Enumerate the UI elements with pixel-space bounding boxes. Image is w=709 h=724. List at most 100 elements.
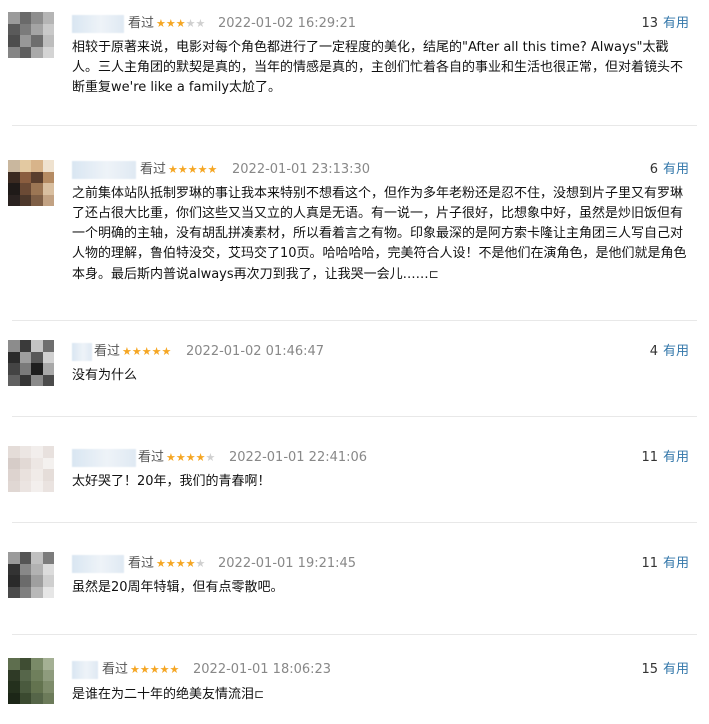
star-icon: ★ <box>185 17 196 30</box>
star-icon: ★ <box>156 17 166 30</box>
comment-item: 看过 ★★★★★ 2022-01-02 01:46:47 4 有用 没有为什么 <box>0 340 709 400</box>
star-icon: ★ <box>195 451 206 464</box>
comment-header: 看过 ★★★★★ 2022-01-02 16:29:21 13 有用 <box>72 14 689 34</box>
useful-button[interactable]: 有用 <box>663 556 689 571</box>
star-icon: ★ <box>165 17 176 30</box>
star-icon: ★ <box>151 345 162 358</box>
watched-status: 看过 <box>102 662 129 677</box>
useful-vote[interactable]: 4 有用 <box>650 342 689 362</box>
comment-time: 2022-01-02 16:29:21 <box>218 16 357 31</box>
comment-header: 看过 ★★★★★ 2022-01-01 18:06:23 15 有用 <box>72 660 689 680</box>
star-icon: ★ <box>195 557 206 570</box>
star-icon: ★ <box>156 557 166 570</box>
comment-time: 2022-01-01 23:13:30 <box>232 162 371 177</box>
useful-button[interactable]: 有用 <box>663 344 689 359</box>
username[interactable] <box>72 661 98 679</box>
star-icon: ★ <box>197 163 208 176</box>
expand-icon[interactable]: ⊏ <box>429 267 439 281</box>
useful-count: 15 <box>641 662 658 677</box>
useful-button[interactable]: 有用 <box>663 162 689 177</box>
star-icon: ★ <box>122 345 132 358</box>
star-icon: ★ <box>175 17 186 30</box>
rating-stars: ★★★★★ <box>156 14 205 34</box>
comment-text: 太好哭了！20年，我们的青春啊！ <box>72 474 271 489</box>
rating-stars: ★★★★★ <box>156 554 205 574</box>
watched-status: 看过 <box>140 162 167 177</box>
star-icon: ★ <box>187 163 198 176</box>
comment-item: 看过 ★★★★★ 2022-01-01 19:21:45 11 有用 虽然是20周… <box>0 552 709 612</box>
useful-button[interactable]: 有用 <box>663 662 689 677</box>
divider <box>12 416 697 417</box>
divider <box>12 522 697 523</box>
username[interactable] <box>72 343 92 361</box>
useful-count: 4 <box>649 344 658 359</box>
comment-text-content: 之前集体站队抵制罗琳的事让我本来特别不想看这个，但作为多年老粉还是忍不住，没想到… <box>72 186 687 282</box>
avatar[interactable] <box>8 446 54 492</box>
useful-vote[interactable]: 13 有用 <box>641 14 689 34</box>
star-icon: ★ <box>195 17 206 30</box>
star-icon: ★ <box>149 663 160 676</box>
star-icon: ★ <box>161 345 172 358</box>
watched-status: 看过 <box>94 344 121 359</box>
rating-stars: ★★★★★ <box>168 160 217 180</box>
star-icon: ★ <box>175 557 186 570</box>
comment-time: 2022-01-01 19:21:45 <box>218 556 357 571</box>
avatar[interactable] <box>8 160 54 206</box>
username[interactable] <box>72 449 136 467</box>
comment-text: 相较于原著来说，电影对每个角色都进行了一定程度的美化，结尾的"After all… <box>72 40 684 95</box>
comment-time: 2022-01-01 22:41:06 <box>229 450 368 465</box>
comment-text: 是谁在为二十年的绝美友情流泪⊏ <box>72 684 692 705</box>
username[interactable] <box>72 15 124 33</box>
comment-time: 2022-01-01 18:06:23 <box>193 662 332 677</box>
avatar[interactable] <box>8 658 54 704</box>
expand-icon[interactable]: ⊏ <box>254 687 264 701</box>
comment-text: 之前集体站队抵制罗琳的事让我本来特别不想看这个，但作为多年老粉还是忍不住，没想到… <box>72 184 692 285</box>
star-icon: ★ <box>207 163 218 176</box>
username[interactable] <box>72 161 136 179</box>
comment-header: 看过 ★★★★★ 2022-01-01 23:13:30 6 有用 <box>72 160 689 180</box>
comment-time: 2022-01-02 01:46:47 <box>186 344 325 359</box>
star-icon: ★ <box>169 663 180 676</box>
star-icon: ★ <box>165 557 176 570</box>
useful-button[interactable]: 有用 <box>663 450 689 465</box>
watched-status: 看过 <box>128 16 155 31</box>
star-icon: ★ <box>130 663 140 676</box>
comment-text: 虽然是20周年特辑，但有点零散吧。 <box>72 580 284 595</box>
comment-item: 看过 ★★★★★ 2022-01-01 18:06:23 15 有用 是谁在为二十… <box>0 658 709 718</box>
divider <box>12 634 697 635</box>
useful-vote[interactable]: 6 有用 <box>650 160 689 180</box>
star-icon: ★ <box>185 451 196 464</box>
useful-vote[interactable]: 11 有用 <box>641 448 689 468</box>
useful-count: 11 <box>641 556 658 571</box>
rating-stars: ★★★★★ <box>130 660 179 680</box>
comment-item: 看过 ★★★★★ 2022-01-01 23:13:30 6 有用 之前集体站队抵… <box>0 158 709 298</box>
comment-header: 看过 ★★★★★ 2022-01-02 01:46:47 4 有用 <box>72 342 689 362</box>
useful-vote[interactable]: 15 有用 <box>641 660 689 680</box>
divider <box>12 125 697 126</box>
watched-status: 看过 <box>128 556 155 571</box>
avatar[interactable] <box>8 552 54 598</box>
comment-list: 看过 ★★★★★ 2022-01-02 16:29:21 13 有用 相较于原著来… <box>0 0 709 724</box>
username[interactable] <box>72 555 124 573</box>
comment-text-content: 是谁在为二十年的绝美友情流泪 <box>72 687 255 702</box>
star-icon: ★ <box>139 663 150 676</box>
useful-vote[interactable]: 11 有用 <box>641 554 689 574</box>
comment-header: 看过 ★★★★★ 2022-01-01 19:21:45 11 有用 <box>72 554 689 574</box>
star-icon: ★ <box>166 451 176 464</box>
divider <box>12 320 697 321</box>
star-icon: ★ <box>168 163 178 176</box>
star-icon: ★ <box>175 451 186 464</box>
star-icon: ★ <box>177 163 188 176</box>
star-icon: ★ <box>131 345 142 358</box>
star-icon: ★ <box>141 345 152 358</box>
comment-header: 看过 ★★★★★ 2022-01-01 22:41:06 11 有用 <box>72 448 689 468</box>
comment-item: 看过 ★★★★★ 2022-01-02 16:29:21 13 有用 相较于原著来… <box>0 12 709 112</box>
star-icon: ★ <box>159 663 170 676</box>
star-icon: ★ <box>205 451 216 464</box>
useful-count: 11 <box>641 450 658 465</box>
avatar[interactable] <box>8 12 54 58</box>
watched-status: 看过 <box>138 450 165 465</box>
rating-stars: ★★★★★ <box>166 448 215 468</box>
useful-button[interactable]: 有用 <box>663 16 689 31</box>
avatar[interactable] <box>8 340 54 386</box>
